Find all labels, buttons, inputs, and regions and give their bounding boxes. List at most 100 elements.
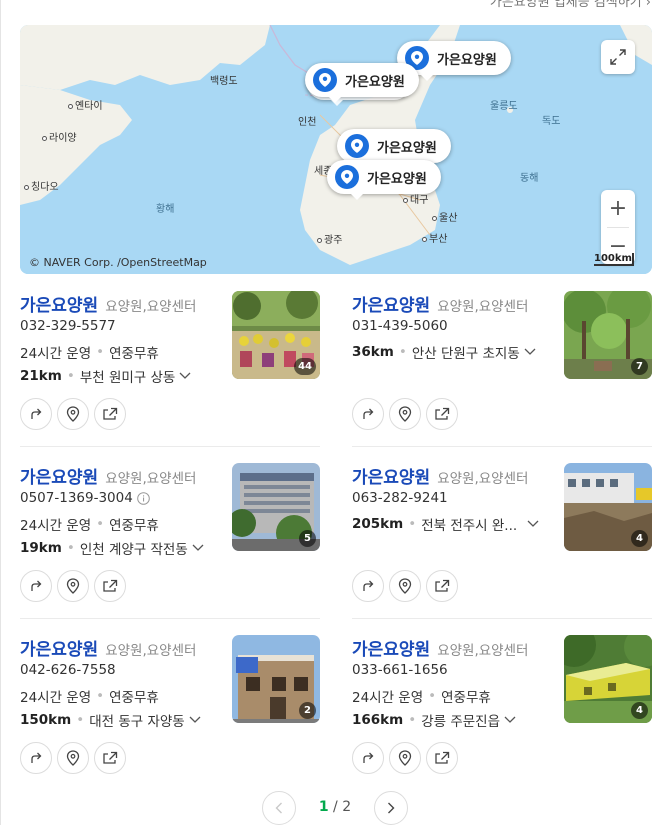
result-address: 부천 원미구 상동 <box>79 370 176 386</box>
result-location-row[interactable]: 19km • 인천 계양구 작전동 <box>20 538 204 558</box>
share-icon <box>435 407 450 420</box>
result-hours-row: 24시간 운영 • 연중무휴 <box>20 686 159 706</box>
chevron-down-icon <box>192 544 204 551</box>
directions-button[interactable] <box>20 398 52 430</box>
separator-dot: • <box>66 368 75 384</box>
result-card[interactable]: 가은요양원 요양원,요양센터 033-661-1656 24시간 운영 • 연중무휴… <box>352 635 652 781</box>
result-name[interactable]: 가은요양원 <box>352 635 430 660</box>
result-hours: 24시간 운영 <box>20 346 92 362</box>
more-results-link[interactable]: 가은요양원 업체등 검색하기 › <box>490 0 651 10</box>
location-pin-icon <box>345 134 369 158</box>
result-hours-row: 24시간 운영 • 연중무휴 <box>20 514 159 534</box>
result-name[interactable]: 가은요양원 <box>352 291 430 316</box>
share-button[interactable] <box>94 570 126 602</box>
share-button[interactable] <box>426 398 458 430</box>
zoom-in-button[interactable]: + <box>601 190 635 227</box>
location-pin-icon <box>398 750 412 766</box>
separator-dot: • <box>398 344 407 360</box>
separator-dot: • <box>76 712 85 728</box>
result-photo[interactable]: 44 <box>232 291 320 379</box>
location-pin-icon <box>313 68 337 92</box>
directions-arrow-icon <box>31 408 42 419</box>
next-page-button[interactable] <box>374 791 408 825</box>
result-card[interactable]: 가은요양원 요양원,요양센터 0507-1369-3004 24시간 운영 • 연중… <box>20 463 320 609</box>
result-name[interactable]: 가은요양원 <box>20 463 98 488</box>
result-actions <box>352 570 458 602</box>
result-photo[interactable]: 4 <box>564 463 652 551</box>
info-icon[interactable] <box>137 491 150 505</box>
result-phone: 063-282-9241 <box>352 490 448 506</box>
result-card[interactable]: 가은요양원 요양원,요양센터 032-329-5577 24시간 운영 • 연중무휴… <box>20 291 320 437</box>
directions-button[interactable] <box>352 398 384 430</box>
share-button[interactable] <box>94 742 126 774</box>
result-hours-row: 24시간 운영 • 연중무휴 <box>20 342 159 362</box>
result-title-row: 가은요양원 요양원,요양센터 <box>352 635 528 660</box>
result-name[interactable]: 가은요양원 <box>20 291 98 316</box>
map-label-incheon: 인천 <box>298 117 317 128</box>
result-location-row[interactable]: 166km • 강릉 주문진읍 <box>352 710 516 730</box>
photo-count-badge: 4 <box>631 530 648 547</box>
map-label-qingdao: 칭다오 <box>24 178 59 193</box>
separator-dot: • <box>428 688 437 704</box>
result-card[interactable]: 가은요양원 요양원,요양센터 063-282-9241 205km • 전북 전주시… <box>352 463 652 609</box>
separator-dot: • <box>66 540 75 556</box>
pagination: 1 / 2 <box>262 791 408 825</box>
total-pages: 2 <box>342 799 352 815</box>
directions-button[interactable] <box>352 742 384 774</box>
result-card[interactable]: 가은요양원 요양원,요양센터 042-626-7558 24시간 운영 • 연중무휴… <box>20 635 320 781</box>
share-icon <box>435 751 450 764</box>
result-distance: 21km <box>20 368 62 384</box>
result-address: 전북 전주시 완... <box>421 518 518 534</box>
expand-map-button[interactable] <box>601 40 635 74</box>
map-location-button[interactable] <box>57 398 89 430</box>
map-location-button[interactable] <box>57 742 89 774</box>
share-button[interactable] <box>94 398 126 430</box>
share-button[interactable] <box>426 570 458 602</box>
result-photo[interactable]: 2 <box>232 635 320 723</box>
directions-button[interactable] <box>352 570 384 602</box>
map-label-baengnyeong: 백령도 <box>210 76 238 87</box>
directions-arrow-icon <box>363 752 374 763</box>
result-photo[interactable]: 5 <box>232 463 320 551</box>
result-location-row[interactable]: 21km • 부천 원미구 상동 <box>20 366 191 386</box>
share-icon <box>103 579 118 592</box>
map-pin[interactable]: 가은요양원 <box>337 129 451 169</box>
result-card[interactable]: 가은요양원 요양원,요양센터 031-439-5060 36km • 안산 단원구 … <box>352 291 652 437</box>
separator-dot: • <box>96 688 105 704</box>
chevron-down-icon <box>524 348 536 355</box>
map-copyright: © NAVER Corp. /OpenStreetMap <box>29 256 207 269</box>
result-photo[interactable]: 4 <box>564 635 652 723</box>
separator-dot: • <box>408 712 417 728</box>
result-distance: 205km <box>352 516 404 532</box>
result-name[interactable]: 가은요양원 <box>20 635 98 660</box>
map-location-button[interactable] <box>389 570 421 602</box>
directions-button[interactable] <box>20 570 52 602</box>
result-name[interactable]: 가은요양원 <box>352 463 430 488</box>
map-location-button[interactable] <box>389 742 421 774</box>
result-hours: 24시간 운영 <box>352 690 424 706</box>
map-location-button[interactable] <box>57 570 89 602</box>
photo-count-badge: 4 <box>631 702 648 719</box>
location-pin-icon <box>66 406 80 422</box>
result-address: 안산 단원구 초지동 <box>411 346 520 362</box>
directions-button[interactable] <box>20 742 52 774</box>
separator-dot: • <box>408 516 417 532</box>
result-location-row[interactable]: 205km • 전북 전주시 완... <box>352 514 539 534</box>
row-divider <box>20 618 320 619</box>
share-button[interactable] <box>426 742 458 774</box>
map-label-yantai: 옌타이 <box>68 97 103 112</box>
result-location-row[interactable]: 36km • 안산 단원구 초지동 <box>352 342 536 362</box>
directions-arrow-icon <box>31 752 42 763</box>
result-holiday: 연중무휴 <box>109 518 159 534</box>
result-photo[interactable]: 7 <box>564 291 652 379</box>
chevron-right-icon <box>388 802 395 814</box>
row-divider <box>352 446 652 447</box>
result-actions <box>20 570 126 602</box>
result-address: 인천 계양구 작전동 <box>79 542 188 558</box>
result-location-row[interactable]: 150km • 대전 동구 자양동 <box>20 710 201 730</box>
map-pin[interactable]: 가은요양원 <box>305 63 419 103</box>
map-location-button[interactable] <box>389 398 421 430</box>
map-view[interactable]: 백령도 옌타이 라이양 칭다오 인천 세종 대구 울산 부산 광주 울릉도 독도… <box>20 25 652 274</box>
page-separator: / <box>333 799 338 815</box>
map-pin[interactable]: 가은요양원 <box>327 160 441 200</box>
